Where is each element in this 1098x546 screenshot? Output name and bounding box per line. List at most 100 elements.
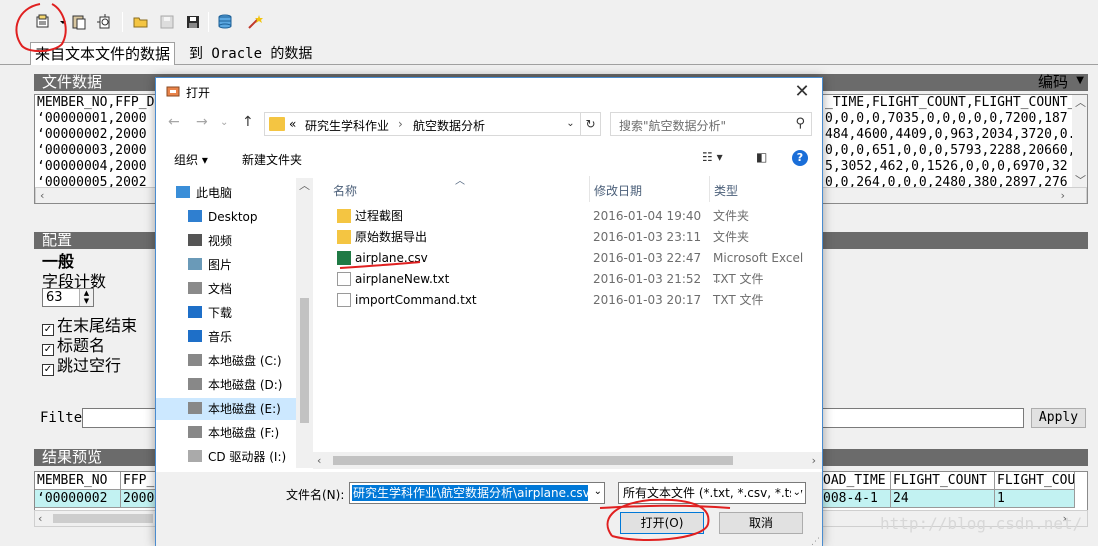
navigation-pane-scrollbar[interactable]: ︿ [296, 178, 313, 468]
close-icon[interactable]: ✕ [790, 81, 814, 103]
nav-item[interactable]: 图片 [156, 254, 293, 276]
result-header-cell[interactable]: MEMBER_NO [35, 472, 121, 490]
column-header-name[interactable]: 名称 [333, 182, 357, 199]
open-button[interactable]: 打开(O) [620, 512, 704, 534]
nav-item[interactable]: CD 驱动器 (I:) [156, 446, 293, 468]
nav-item-label: Desktop [208, 210, 258, 224]
file-row[interactable]: airplane.csv 2016-01-03 22:47 Microsoft Ex… [333, 248, 813, 285]
file-data-line: ‘00000002,2000 [37, 127, 147, 142]
result-header-cell[interactable]: OAD_TIME [821, 472, 891, 490]
result-cell[interactable]: 2000 [121, 490, 157, 508]
dropdown-arrow-icon[interactable] [54, 13, 66, 31]
field-count-value: 63 [46, 290, 63, 305]
encoding-dropdown-icon[interactable]: ▼ [1076, 72, 1084, 89]
scroll-left-icon[interactable]: ‹ [317, 453, 321, 468]
filetype-select[interactable]: 所有文本文件 (*.txt, *.csv, *.tsv ⌄ [618, 482, 806, 504]
file-row[interactable]: 原始数据导出 2016-01-03 23:11 文件夹 [333, 227, 813, 247]
nav-item[interactable]: 本地磁盘 (E:) [156, 398, 296, 420]
breadcrumb-item[interactable]: 航空数据分析 [413, 117, 485, 134]
nav-item[interactable]: 视频 [156, 230, 293, 252]
scroll-right-icon[interactable]: › [812, 453, 816, 468]
checkbox-skip-empty-lines[interactable]: ✓ 跳过空行 [42, 352, 121, 376]
search-icon[interactable]: ⚲ [795, 116, 805, 131]
file-row[interactable]: airplaneNew.txt 2016-01-03 21:52 TXT 文件 [333, 269, 813, 289]
result-cell[interactable]: 24 [891, 490, 995, 508]
nav-item[interactable]: 文档 [156, 278, 293, 300]
scroll-left-icon[interactable]: ‹ [39, 188, 46, 203]
settings-icon[interactable] [96, 13, 114, 31]
address-bar[interactable]: « 研究生学科作业 › 航空数据分析 ⌄ [264, 112, 581, 136]
nav-item[interactable]: Desktop [156, 206, 293, 228]
breadcrumb-overflow[interactable]: « [289, 117, 296, 131]
tab-oracle-data[interactable]: 到 Oracle 的数据 [184, 42, 317, 65]
resize-grip-icon[interactable]: ⋰ [811, 537, 820, 546]
open-folder-icon[interactable] [132, 13, 150, 31]
organize-button[interactable]: 组织 ▾ [174, 151, 208, 168]
field-count-stepper[interactable]: 63 ▲ ▼ [42, 288, 94, 307]
result-header-cell[interactable]: FFP_ [121, 472, 157, 490]
filename-dropdown-icon[interactable]: ⌄ [594, 486, 602, 497]
tab-bar: 来自文本文件的数据 到 Oracle 的数据 [0, 40, 1098, 65]
filename-input[interactable]: 研究生学科作业\航空数据分析\airplane.csv ⌄ [349, 482, 605, 504]
up-arrow-icon[interactable]: ↑ [242, 114, 254, 130]
scroll-thumb[interactable] [333, 456, 733, 465]
preview-pane-icon[interactable]: ◧ [756, 150, 767, 164]
result-cell[interactable]: ‘00000002 [35, 490, 121, 508]
scroll-up-icon[interactable]: ︿ [1075, 95, 1086, 110]
text-file-icon [337, 293, 351, 307]
scroll-left-icon[interactable]: ‹ [38, 511, 42, 526]
scroll-thumb[interactable] [300, 298, 309, 423]
nav-item[interactable]: 音乐 [156, 326, 293, 348]
result-header-cell[interactable]: FLIGHT_COU [995, 472, 1075, 490]
stepper-buttons[interactable]: ▲ ▼ [79, 289, 93, 306]
scroll-down-icon[interactable]: ﹀ [1075, 173, 1086, 188]
nav-item[interactable]: 下载 [156, 302, 293, 324]
result-cell[interactable]: 008-4-1 [821, 490, 891, 508]
breadcrumb-item[interactable]: 研究生学科作业 [305, 117, 389, 134]
nav-item[interactable]: 本地磁盘 (C:) [156, 350, 293, 372]
nav-item[interactable]: 此电脑 [176, 182, 313, 204]
wand-icon[interactable] [246, 13, 264, 31]
result-cell[interactable]: 1 [995, 490, 1075, 508]
cancel-button[interactable]: 取消 [719, 512, 803, 534]
dialog-titlebar[interactable]: 打开 ✕ [156, 78, 822, 106]
column-separator[interactable] [589, 176, 590, 202]
back-arrow-icon[interactable]: ← [168, 114, 180, 130]
file-date: 2016-01-03 21:52 [593, 272, 702, 286]
scroll-right-icon[interactable]: › [1059, 188, 1066, 203]
nav-item[interactable]: 本地磁盘 (D:) [156, 374, 293, 396]
recent-dropdown-icon[interactable]: ⌄ [220, 117, 228, 128]
tab-text-file-data[interactable]: 来自文本文件的数据 [30, 42, 176, 65]
config-title: 配置 [42, 231, 73, 249]
file-data-vscroll[interactable]: ︿ ﹀ [1072, 95, 1087, 187]
encoding-label[interactable]: 编码 [1038, 74, 1068, 91]
scroll-thumb[interactable] [53, 514, 153, 523]
file-list[interactable]: 名称 ︿ 修改日期 类型 过程截图 2016-01-04 19:40 文件夹 原始数据… [313, 174, 822, 470]
database-icon[interactable] [216, 13, 234, 31]
apply-button[interactable]: Apply [1031, 408, 1086, 428]
new-folder-button[interactable]: 新建文件夹 [242, 151, 302, 168]
help-icon[interactable]: ? [792, 150, 808, 166]
import-icon[interactable] [34, 13, 52, 31]
column-header-date[interactable]: 修改日期 [594, 182, 642, 199]
file-row[interactable]: 过程截图 2016-01-04 19:40 文件夹 [333, 206, 813, 226]
address-dropdown-icon[interactable]: ⌄ [560, 113, 580, 135]
nav-item[interactable]: 本地磁盘 (F:) [156, 422, 293, 444]
result-header-cell[interactable]: FLIGHT_COUNT [891, 472, 995, 490]
forward-arrow-icon[interactable]: → [196, 114, 208, 130]
refresh-icon[interactable]: ↻ [581, 112, 601, 136]
column-separator[interactable] [709, 176, 710, 202]
scroll-up-icon[interactable]: ︿ [299, 178, 310, 193]
filetype-dropdown-icon[interactable]: ⌄ [790, 483, 801, 503]
paste-icon[interactable] [70, 13, 88, 31]
view-options-icon[interactable]: ☷ ▾ [702, 150, 723, 164]
save-disabled-icon[interactable] [158, 13, 176, 31]
file-row[interactable]: importCommand.txt 2016-01-03 20:17 TXT 文件 [333, 290, 813, 310]
search-input[interactable]: 搜索"航空数据分析" ⚲ [610, 112, 812, 136]
save-icon[interactable] [184, 13, 202, 31]
check-icon[interactable]: ✓ [42, 364, 54, 376]
navigation-pane[interactable]: 此电脑 Desktop 视频 图片 文档 下载 音乐 本地磁盘 (C:) 本地磁盘 (D:) 本地… [156, 178, 313, 468]
column-header-type[interactable]: 类型 [714, 182, 738, 199]
file-list-hscroll[interactable]: ‹ › [313, 452, 822, 469]
file-data-line: 484,4600,4409,0,963,2034,3720,0. [825, 127, 1076, 142]
